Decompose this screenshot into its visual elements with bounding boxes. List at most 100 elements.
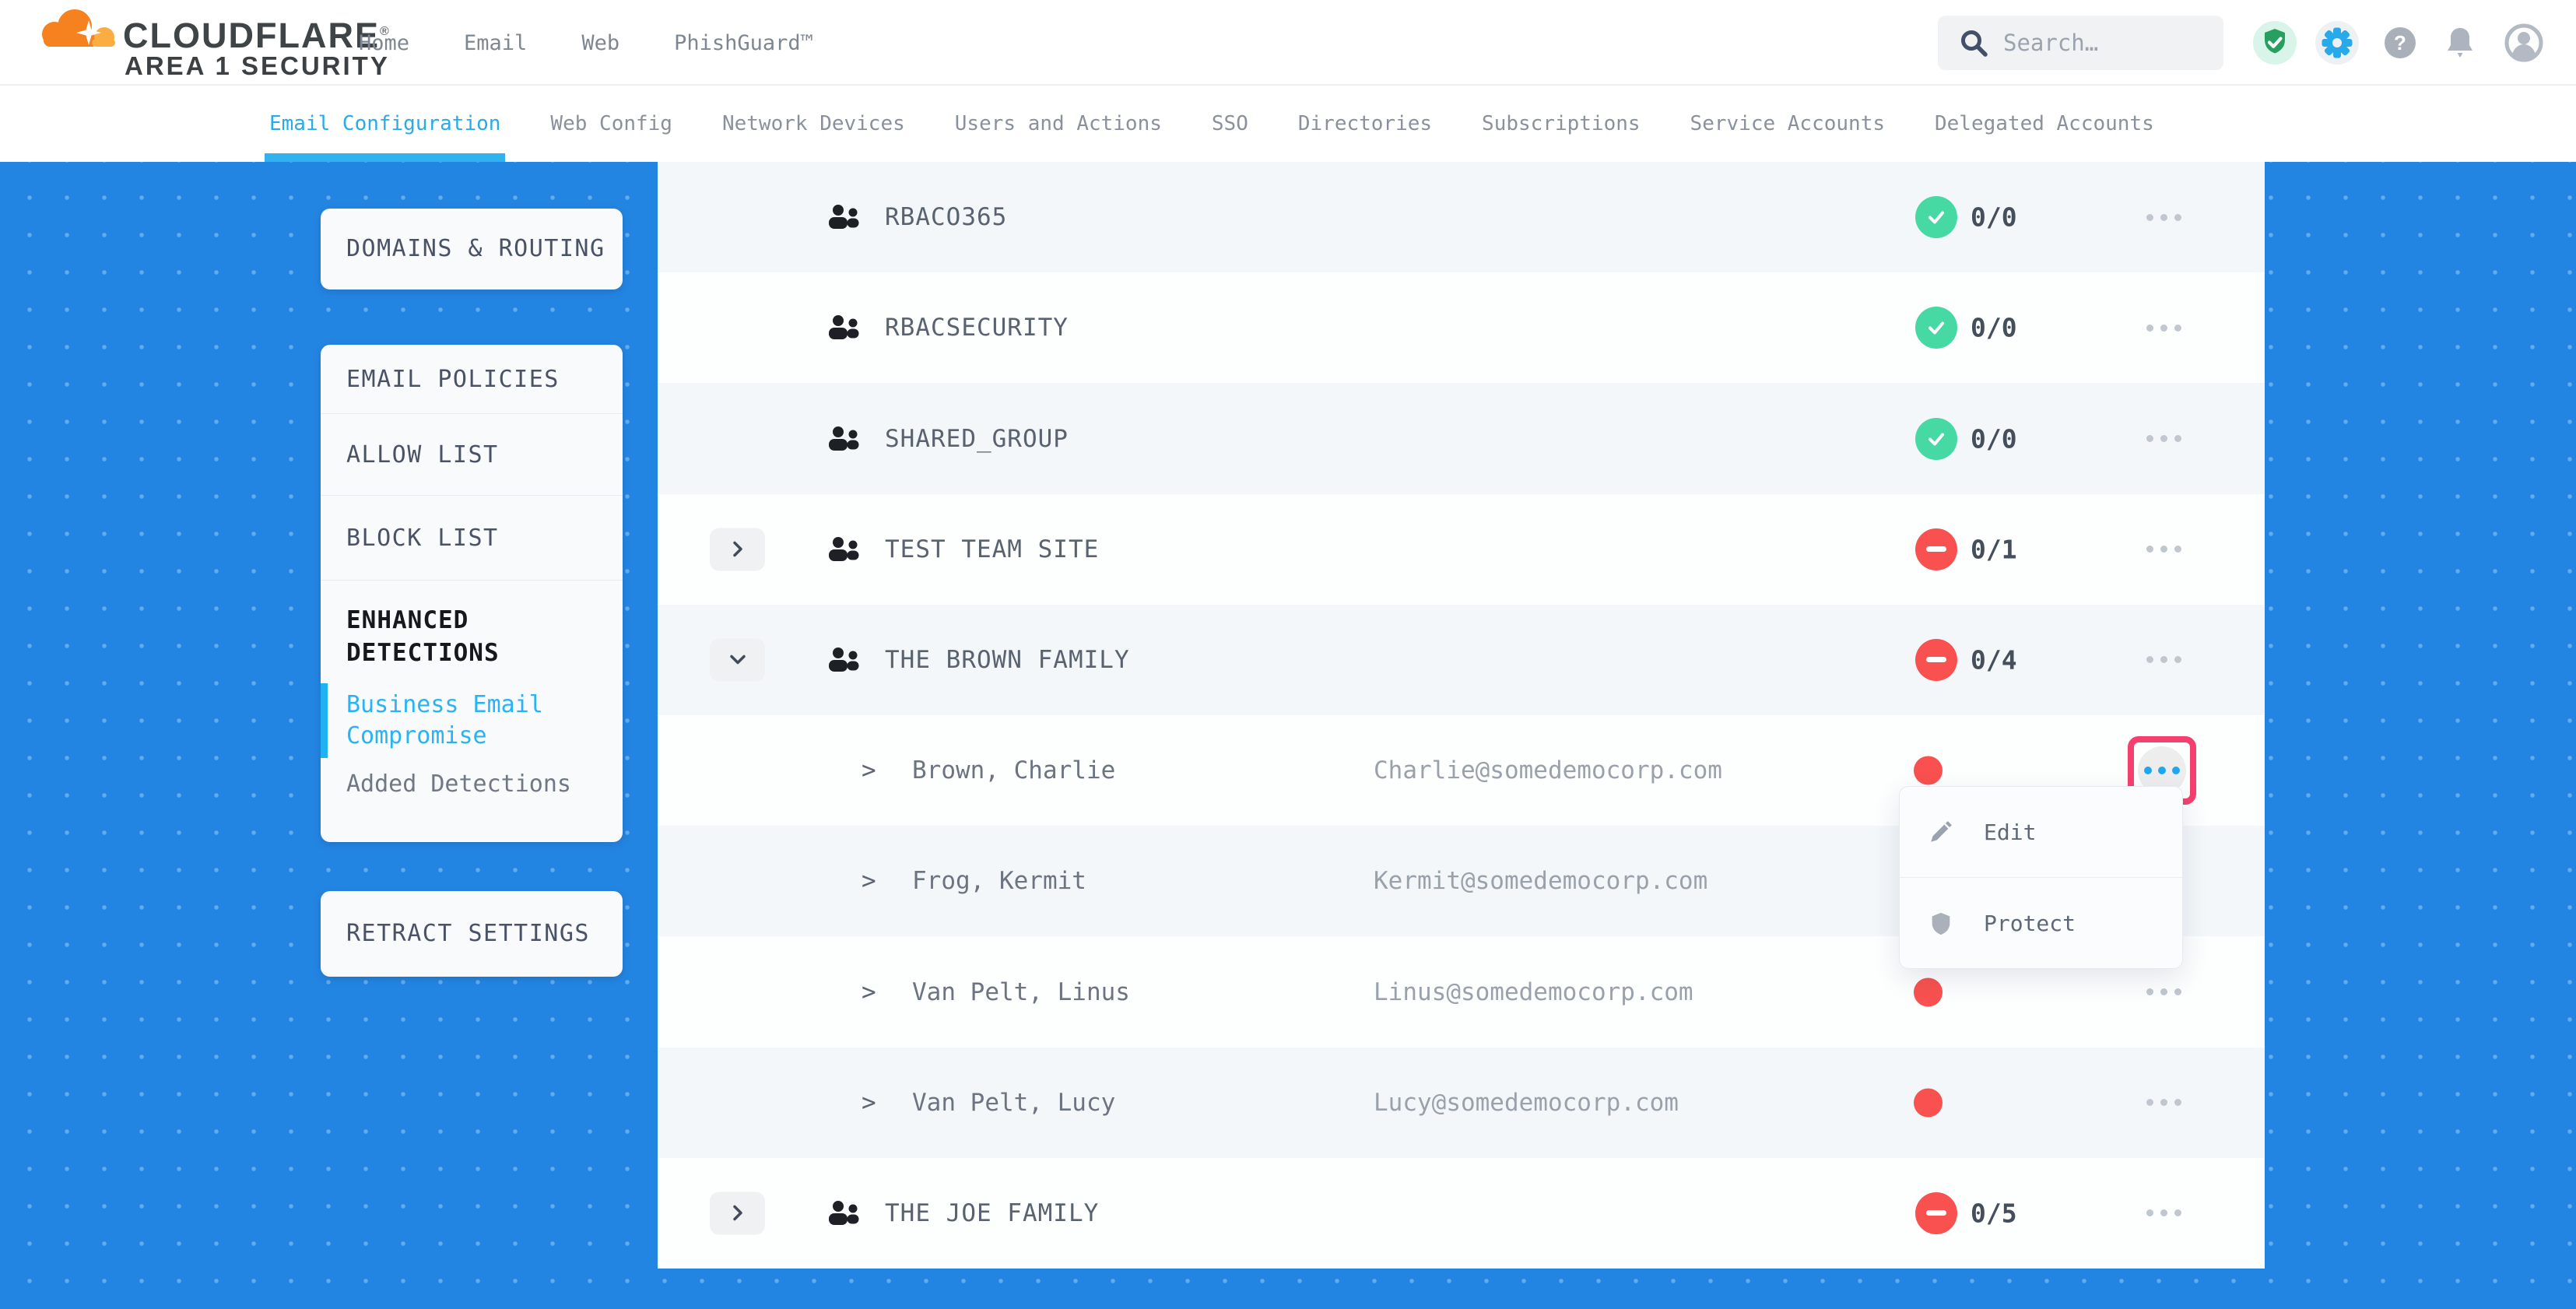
sidebar-item-retract-settings[interactable]: RETRACT SETTINGS bbox=[321, 891, 623, 977]
sidebar-item-enhanced-detections[interactable]: ENHANCED DETECTIONS bbox=[346, 604, 599, 669]
sidebar-enhanced-detections-section: ENHANCED DETECTIONS Business Email Compr… bbox=[321, 581, 623, 798]
tab-subscriptions[interactable]: Subscriptions bbox=[1482, 86, 1641, 162]
status-dot-blocked bbox=[1914, 1088, 1943, 1117]
check-icon bbox=[1925, 205, 1948, 229]
cloudflare-cloud-logo-icon bbox=[34, 5, 121, 51]
group-name: RBACSECURITY bbox=[885, 314, 1069, 342]
tab-web-config[interactable]: Web Config bbox=[550, 86, 672, 162]
row-menu-button[interactable] bbox=[2136, 969, 2191, 1016]
protection-status-badge[interactable] bbox=[2253, 21, 2297, 65]
table-row-group[interactable]: THE BROWN FAMILY 0/4 bbox=[658, 605, 2265, 715]
nav-email[interactable]: Email bbox=[464, 31, 527, 55]
tab-network-devices[interactable]: Network Devices bbox=[722, 86, 905, 162]
context-menu-edit-label: Edit bbox=[1984, 819, 2036, 845]
sidebar-item-block-list[interactable]: BLOCK LIST bbox=[321, 496, 623, 581]
search-icon bbox=[1957, 26, 1991, 60]
nav-home[interactable]: Home bbox=[359, 31, 409, 55]
collapse-row-button[interactable] bbox=[710, 638, 765, 681]
table-row-group[interactable]: RBACO365 0/0 bbox=[658, 162, 2265, 272]
group-name: TEST TEAM SITE bbox=[885, 535, 1099, 563]
tab-service-accounts[interactable]: Service Accounts bbox=[1690, 86, 1885, 162]
member-count: 0/0 bbox=[1971, 423, 2017, 454]
row-menu-button[interactable] bbox=[2136, 416, 2191, 462]
status-badge-ok bbox=[1915, 196, 1957, 238]
group-icon bbox=[827, 426, 862, 452]
gear-icon bbox=[2315, 21, 2359, 65]
groups-table: RBACO365 0/0 RBACSECURITY 0/0 SHARED_GRO… bbox=[658, 162, 2265, 1269]
chevron-right-icon bbox=[732, 541, 744, 558]
table-row-group[interactable]: TEST TEAM SITE 0/1 bbox=[658, 494, 2265, 605]
sidebar-card-domains-routing[interactable]: DOMAINS & ROUTING bbox=[321, 209, 623, 290]
member-name: Van Pelt, Lucy bbox=[912, 1089, 1115, 1117]
sidebar-item-domains-routing[interactable]: DOMAINS & ROUTING bbox=[321, 209, 623, 290]
help-button[interactable]: ? bbox=[2378, 21, 2422, 65]
table-row-member[interactable]: > Van Pelt, Lucy Lucy@somedemocorp.com bbox=[658, 1048, 2265, 1158]
member-email: Lucy@somedemocorp.com bbox=[1374, 1089, 1679, 1117]
member-name: Van Pelt, Linus bbox=[912, 978, 1130, 1006]
table-row-group[interactable]: THE JOE FAMILY 0/5 bbox=[658, 1158, 2265, 1269]
member-prefix: > bbox=[862, 756, 876, 784]
member-email: Charlie@somedemocorp.com bbox=[1374, 756, 1722, 784]
tab-delegated-accounts[interactable]: Delegated Accounts bbox=[1935, 86, 2154, 162]
member-prefix: > bbox=[862, 1089, 876, 1117]
shield-check-icon bbox=[2253, 21, 2297, 65]
group-name: SHARED_GROUP bbox=[885, 425, 1069, 453]
sidebar-item-allow-list[interactable]: ALLOW LIST bbox=[321, 414, 623, 496]
shield-icon bbox=[1928, 911, 1954, 937]
expand-row-button[interactable] bbox=[710, 1191, 765, 1234]
group-icon bbox=[827, 204, 862, 230]
row-menu-button[interactable] bbox=[2136, 1190, 2191, 1237]
context-menu-protect[interactable]: Protect bbox=[1900, 878, 2182, 969]
row-menu-button[interactable] bbox=[2136, 194, 2191, 240]
settings-button[interactable] bbox=[2315, 21, 2359, 65]
minus-icon bbox=[1926, 657, 1946, 662]
nav-web[interactable]: Web bbox=[581, 31, 619, 55]
chevron-right-icon bbox=[732, 1205, 744, 1222]
member-email: Kermit@somedemocorp.com bbox=[1374, 867, 1707, 895]
row-menu-button[interactable] bbox=[2136, 1079, 2191, 1126]
expand-row-button[interactable] bbox=[710, 528, 765, 570]
status-badge-blocked bbox=[1915, 528, 1957, 570]
account-button[interactable] bbox=[2502, 21, 2546, 65]
row-menu-button[interactable] bbox=[2136, 526, 2191, 573]
tab-users-and-actions[interactable]: Users and Actions bbox=[955, 86, 1162, 162]
search-box[interactable] bbox=[1938, 16, 2223, 70]
member-email: Linus@somedemocorp.com bbox=[1374, 978, 1693, 1006]
tab-sso[interactable]: SSO bbox=[1212, 86, 1248, 162]
brand-name: CLOUDFLARE® bbox=[123, 16, 391, 56]
member-count: 0/5 bbox=[1971, 1198, 2017, 1228]
member-name: Brown, Charlie bbox=[912, 756, 1115, 784]
member-prefix: > bbox=[862, 978, 876, 1006]
pencil-icon bbox=[1928, 819, 1954, 845]
sidebar-item-email-policies[interactable]: EMAIL POLICIES bbox=[321, 345, 623, 414]
avatar-icon bbox=[2504, 23, 2544, 63]
primary-nav: Home Email Web PhishGuard™ bbox=[359, 0, 813, 86]
status-badge-ok bbox=[1915, 307, 1957, 349]
nav-phishguard[interactable]: PhishGuard™ bbox=[674, 31, 813, 55]
bell-icon bbox=[2440, 23, 2480, 63]
member-name: Frog, Kermit bbox=[912, 867, 1086, 895]
search-input[interactable] bbox=[2003, 30, 2221, 56]
app-header: CLOUDFLARE® AREA 1 SECURITY Home Email W… bbox=[0, 0, 2576, 86]
row-menu-button[interactable] bbox=[2136, 304, 2191, 351]
row-menu-button[interactable] bbox=[2136, 637, 2191, 683]
check-icon bbox=[1925, 316, 1948, 339]
status-badge-ok bbox=[1915, 418, 1957, 460]
table-row-group[interactable]: SHARED_GROUP 0/0 bbox=[658, 383, 2265, 493]
notifications-button[interactable] bbox=[2438, 21, 2482, 65]
status-badge-blocked bbox=[1915, 1192, 1957, 1234]
member-count: 0/4 bbox=[1971, 644, 2017, 675]
tab-email-configuration[interactable]: Email Configuration bbox=[269, 86, 500, 162]
status-dot-blocked bbox=[1914, 977, 1943, 1006]
context-menu-edit[interactable]: Edit bbox=[1900, 787, 2182, 878]
sidebar-item-business-email-compromise[interactable]: Business Email Compromise bbox=[346, 690, 599, 752]
tab-directories[interactable]: Directories bbox=[1298, 86, 1432, 162]
status-badge-blocked bbox=[1915, 639, 1957, 681]
group-icon bbox=[827, 314, 862, 341]
group-name: RBACO365 bbox=[885, 203, 1007, 231]
sidebar-card-retract-settings[interactable]: RETRACT SETTINGS bbox=[321, 891, 623, 977]
sidebar-card-policies: EMAIL POLICIES ALLOW LIST BLOCK LIST ENH… bbox=[321, 345, 623, 842]
sidebar-item-added-detections[interactable]: Added Detections bbox=[346, 770, 599, 798]
section-tabs: Email Configuration Web Config Network D… bbox=[0, 86, 2576, 162]
table-row-group[interactable]: RBACSECURITY 0/0 bbox=[658, 272, 2265, 383]
